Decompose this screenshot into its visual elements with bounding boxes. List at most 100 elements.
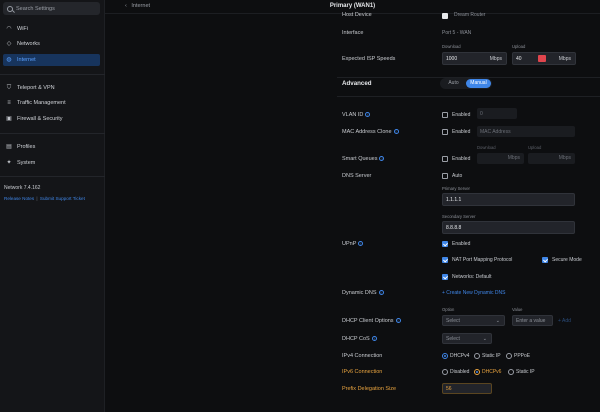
- download-unit: Mbps: [489, 56, 502, 62]
- info-icon[interactable]: i: [371, 336, 377, 342]
- main-form: Host Device Dream Router Interface Port …: [105, 12, 600, 412]
- dns-primary-input[interactable]: 1.1.1.1: [442, 193, 575, 206]
- dhcp-option-select[interactable]: Select ⌄: [442, 315, 505, 326]
- info-icon[interactable]: i: [378, 290, 384, 296]
- sidebar-divider: [0, 176, 105, 177]
- upnp-text: UPnP: [342, 241, 357, 247]
- sq-download-unit: Mbps: [507, 155, 520, 161]
- prefix-delegation-input[interactable]: 56: [442, 383, 492, 394]
- chevron-down-icon: ⌄: [495, 318, 500, 324]
- mac-enabled-checkbox[interactable]: [442, 129, 448, 135]
- sq-upload-input[interactable]: Mbps: [528, 153, 575, 164]
- vlan-id-label: VLAN ID i: [342, 112, 371, 118]
- download-input[interactable]: 1000 Mbps: [442, 52, 507, 65]
- vlan-enabled-label: Enabled: [452, 112, 471, 118]
- sq-upload-unit: Mbps: [558, 155, 571, 161]
- lock-icon: ▣: [6, 116, 12, 122]
- search-placeholder: Search Settings: [16, 5, 55, 12]
- shield-icon: ⛉: [6, 85, 12, 91]
- ipv6-static-radio[interactable]: [508, 369, 514, 375]
- smart-queues-label: Smart Queues i: [342, 156, 385, 162]
- info-icon[interactable]: i: [365, 112, 371, 118]
- ipv4-pppoe-radio[interactable]: [506, 353, 512, 359]
- upnp-enabled-label: Enabled: [452, 241, 471, 247]
- dns-secondary-label: Secondary Server: [442, 214, 476, 219]
- dns-auto-checkbox[interactable]: [442, 173, 448, 179]
- ipv6-static-label: Static IP: [516, 369, 535, 375]
- networks-default-label: Networks: Default: [452, 274, 492, 280]
- dhcp-cos-select[interactable]: Select ⌄: [442, 333, 492, 344]
- network-icon: ◇: [6, 41, 12, 47]
- dns-secondary-value: 8.8.8.8: [446, 224, 462, 231]
- vlan-id-value: 0: [480, 110, 483, 117]
- support-ticket-link[interactable]: Submit Support Ticket: [40, 196, 85, 201]
- ipv4-dhcpv4-radio[interactable]: [442, 353, 448, 359]
- upload-input[interactable]: 40 Mbps: [512, 52, 576, 65]
- vlan-id-text: VLAN ID: [342, 112, 364, 118]
- mode-auto-option[interactable]: Auto: [441, 79, 466, 88]
- mac-clone-label: MAC Address Clone i: [342, 129, 399, 135]
- advanced-mode-toggle[interactable]: Auto Manual: [440, 78, 492, 89]
- vlan-id-input[interactable]: 0: [477, 108, 517, 119]
- sq-download-input[interactable]: Mbps: [477, 153, 524, 164]
- ipv6-dhcpv6-radio[interactable]: [474, 369, 480, 375]
- mac-address-input[interactable]: MAC Address: [477, 126, 575, 137]
- sidebar-item-label: Networks: [17, 41, 40, 47]
- dhcp-cos-text: DHCP CoS: [342, 336, 370, 342]
- host-device-label: Host Device: [342, 12, 372, 18]
- dhcp-option-selected: Select: [446, 317, 460, 324]
- download-value: 1000: [446, 55, 458, 62]
- sidebar-item-profiles[interactable]: ▤ Profiles: [3, 141, 100, 153]
- advanced-heading: Advanced: [342, 80, 372, 87]
- sidebar-item-internet[interactable]: ◍ Internet: [3, 54, 100, 66]
- ipv4-connection-label: IPv4 Connection: [342, 353, 383, 359]
- release-notes-link[interactable]: Release Notes: [4, 196, 34, 201]
- profiles-icon: ▤: [6, 144, 12, 150]
- sidebar-divider: [0, 133, 105, 134]
- dns-primary-label: Primary Server: [442, 186, 470, 191]
- dhcp-add-button[interactable]: + Add: [558, 318, 571, 324]
- sidebar-item-networks[interactable]: ◇ Networks: [3, 38, 100, 50]
- ipv6-dhcpv6-label: DHCPv6: [482, 369, 502, 375]
- sidebar-item-traffic-management[interactable]: ≡ Traffic Management: [3, 97, 100, 109]
- dhcp-cos-selected: Select: [446, 335, 460, 342]
- dhcp-value-placeholder: Enter a value: [516, 317, 546, 324]
- ipv4-static-radio[interactable]: [474, 353, 480, 359]
- dhcp-client-options-text: DHCP Client Options: [342, 318, 394, 324]
- footer-links: Release Notes | Submit Support Ticket: [4, 196, 85, 201]
- upload-value: 40: [516, 55, 522, 62]
- chevron-down-icon: ⌄: [482, 336, 487, 342]
- ipv6-disabled-radio[interactable]: [442, 369, 448, 375]
- ipv6-disabled-label: Disabled: [450, 369, 470, 375]
- dhcp-option-head: Option: [442, 307, 455, 312]
- sidebar-item-teleport-vpn[interactable]: ⛉ Teleport & VPN: [3, 82, 100, 94]
- sidebar-item-system[interactable]: ✦ System: [3, 157, 100, 169]
- sidebar-divider: [0, 74, 105, 75]
- nat-pmp-checkbox[interactable]: [442, 257, 448, 263]
- info-icon[interactable]: i: [393, 129, 399, 135]
- upnp-label: UPnP i: [342, 241, 364, 247]
- sidebar-item-label: Traffic Management: [17, 100, 66, 106]
- sidebar-item-label: Profiles: [17, 144, 36, 150]
- dns-secondary-input[interactable]: 8.8.8.8: [442, 221, 575, 234]
- sq-enabled-checkbox[interactable]: [442, 156, 448, 162]
- mode-manual-option[interactable]: Manual: [466, 79, 491, 88]
- search-input[interactable]: Search Settings: [3, 2, 100, 15]
- networks-default-checkbox[interactable]: [442, 274, 448, 280]
- sidebar-item-wifi[interactable]: ◠ WiFi: [3, 23, 100, 35]
- ipv6-connection-label: IPv6 Connection: [342, 369, 383, 375]
- upnp-enabled-checkbox[interactable]: [442, 241, 448, 247]
- dhcp-value-input[interactable]: Enter a value: [512, 315, 553, 326]
- sidebar-item-firewall-security[interactable]: ▣ Firewall & Security: [3, 113, 100, 125]
- link-separator: |: [36, 196, 38, 201]
- info-icon[interactable]: i: [379, 156, 385, 162]
- sidebar-item-label: WiFi: [17, 26, 28, 32]
- info-icon[interactable]: i: [395, 318, 401, 324]
- vlan-enabled-checkbox[interactable]: [442, 112, 448, 118]
- secure-mode-checkbox[interactable]: [542, 257, 548, 263]
- create-ddns-link[interactable]: + Create New Dynamic DNS: [442, 290, 506, 296]
- prefix-delegation-label: Prefix Delegation Size: [342, 386, 397, 392]
- sidebar: Search Settings ◠ WiFi ◇ Networks ◍ Inte…: [0, 0, 105, 412]
- interface-label: Interface: [342, 30, 364, 36]
- info-icon[interactable]: i: [358, 241, 364, 247]
